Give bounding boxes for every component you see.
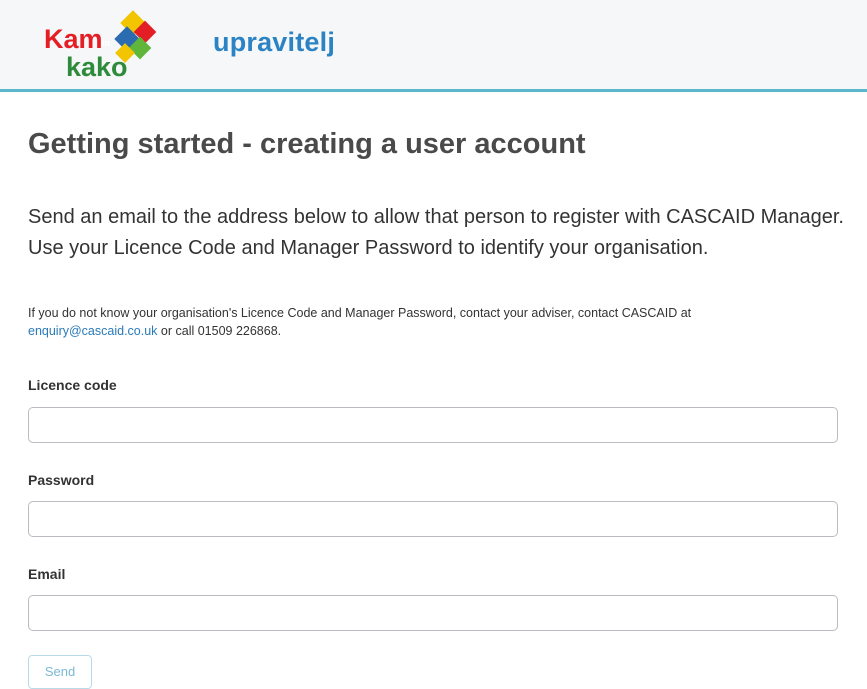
logo-in-text: in — [102, 38, 110, 48]
licence-code-input[interactable] — [28, 407, 838, 443]
licence-code-label: Licence code — [28, 377, 117, 393]
app-name: upravitelj — [213, 27, 336, 57]
header-bar: Kam in kako upravitelj — [0, 0, 867, 92]
logo-kam-text: Kam — [44, 24, 103, 54]
logo-kako-text: kako — [66, 52, 128, 82]
email-input[interactable] — [28, 595, 838, 631]
enquiry-email-link[interactable]: enquiry@cascaid.co.uk — [28, 324, 157, 338]
help-note-prefix: If you do not know your organisation's L… — [28, 306, 692, 320]
password-label: Password — [28, 472, 95, 488]
page-title: Getting started - creating a user accoun… — [28, 128, 586, 160]
kaminkako-logo[interactable]: Kam in kako — [44, 10, 174, 82]
intro-text: Send an email to the address below to al… — [28, 206, 844, 259]
help-note: If you do not know your organisation's L… — [28, 304, 864, 340]
send-button[interactable]: Send — [28, 655, 92, 689]
email-label: Email — [28, 566, 66, 582]
password-input[interactable] — [28, 501, 838, 537]
help-note-suffix: or call 01509 226868. — [160, 324, 282, 338]
